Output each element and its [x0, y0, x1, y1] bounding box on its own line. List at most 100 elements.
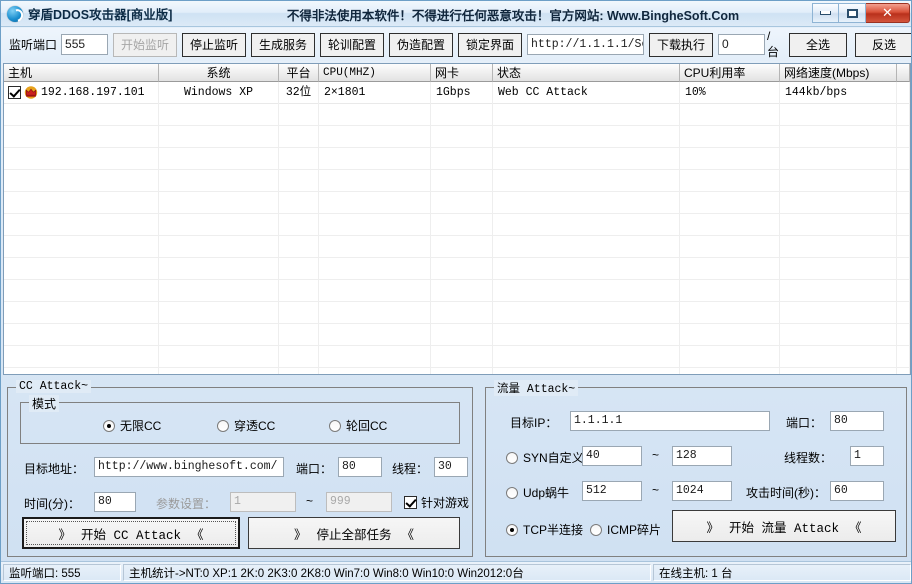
chevron-right-icon: 》 [293, 527, 307, 542]
radio-dot-icon [103, 419, 115, 432]
flow-port-input[interactable]: 80 [830, 411, 884, 431]
cc-time-input[interactable]: 80 [94, 492, 136, 512]
maximize-button[interactable] [839, 3, 866, 23]
empty-cell [897, 302, 910, 324]
flow-syn-radio[interactable]: SYN自定义 [506, 449, 584, 466]
flow-attack-time-input[interactable]: 60 [830, 481, 884, 501]
flow-syn-min-input[interactable]: 40 [582, 446, 642, 466]
empty-cell [897, 126, 910, 148]
column-header-6[interactable]: 状态 [493, 64, 680, 82]
fake-config-button[interactable]: 伪造配置 [389, 32, 454, 57]
flow-udp-max-input[interactable]: 1024 [672, 481, 732, 501]
empty-cell [4, 346, 159, 368]
cc-mode-radio-rotate-label: 轮回CC [346, 419, 388, 433]
cc-mode-radio-unlimited[interactable]: 无限CC [103, 417, 161, 434]
empty-cell [493, 126, 680, 148]
flow-udp-radio[interactable]: Udp蜗牛 [506, 484, 569, 501]
empty-cell [4, 126, 159, 148]
invert-select-button[interactable]: 反选 [854, 32, 911, 57]
listen-port-input[interactable]: 555 [61, 34, 108, 55]
empty-cell [431, 302, 493, 324]
empty-cell [4, 280, 159, 302]
empty-cell [680, 236, 780, 258]
radio-dot-icon [217, 419, 229, 432]
cc-param-max-input[interactable]: 999 [326, 492, 392, 512]
cc-time-label: 时间(分)： [24, 497, 80, 511]
close-button[interactable]: ✕ [866, 3, 910, 23]
cell-host: 192.168.197.101 [4, 81, 159, 104]
chevron-left-icon: 《 [401, 527, 415, 542]
empty-cell [493, 192, 680, 214]
cell-spacer [897, 81, 910, 104]
empty-cell [431, 324, 493, 346]
empty-cell [780, 236, 897, 258]
start-cc-attack-label: 开始 CC Attack [80, 528, 181, 543]
count-input[interactable]: 0 [718, 34, 765, 55]
empty-cell [493, 280, 680, 302]
stop-listen-button[interactable]: 停止监听 [181, 32, 246, 57]
empty-cell [897, 170, 910, 192]
empty-row [4, 346, 910, 368]
flow-tcp-radio-label: TCP半连接 [523, 523, 584, 537]
column-header-8[interactable]: 网络速度(Mbps) [780, 64, 897, 82]
column-header-4[interactable]: CPU(MHZ) [319, 64, 431, 82]
flow-udp-tilde: ~ [652, 483, 660, 497]
flow-syn-max-input[interactable]: 128 [672, 446, 732, 466]
host-list[interactable]: 主机 系统 平台 CPU(MHZ) 网卡 状态 CPU利用率 网络速度(Mbps) 192.1… [3, 63, 911, 375]
host-list-body[interactable]: 192.168.197.101 Windows XP 32位 2×1801 1Gbps W… [4, 81, 910, 104]
cc-thread-label: 线程： [392, 462, 429, 476]
empty-cell [897, 214, 910, 236]
flow-attack-time-label: 攻击时间(秒)： [746, 486, 826, 500]
flow-udp-radio-label: Udp蜗牛 [523, 486, 570, 500]
empty-cell [780, 302, 897, 324]
cc-mode-radio-rotate[interactable]: 轮回CC [329, 417, 387, 434]
status-listen-port: 监听端口: 555 [3, 564, 121, 581]
column-header-5[interactable]: 网卡 [431, 64, 493, 82]
column-header-3[interactable]: 平台 [279, 64, 319, 82]
flow-target-ip-input[interactable]: 1.1.1.1 [570, 411, 770, 431]
empty-cell [4, 214, 159, 236]
cc-thread-input[interactable]: 30 [434, 457, 468, 477]
cc-target-input[interactable]: http://www.binghesoft.com/ [94, 457, 284, 477]
flow-syn-radio-label: SYN自定义 [523, 451, 584, 465]
row-checkbox[interactable] [8, 86, 21, 99]
stop-all-tasks-button[interactable]: 》 停止全部任务 《 [248, 517, 460, 549]
lock-ui-button[interactable]: 锁定界面 [458, 32, 523, 57]
table-row[interactable]: 192.168.197.101 Windows XP 32位 2×1801 1Gbps W… [4, 81, 910, 104]
column-header-1[interactable]: 主机 [4, 64, 159, 82]
column-header-9[interactable] [897, 64, 910, 82]
cc-game-checkbox[interactable]: 针对游戏 [404, 494, 469, 511]
flow-icmp-radio[interactable]: ICMP碎片 [590, 521, 661, 538]
generate-service-button[interactable]: 生成服务 [250, 32, 315, 57]
cc-param-min-input[interactable]: 1 [230, 492, 296, 512]
rotate-config-button[interactable]: 轮训配置 [319, 32, 384, 57]
download-url-input[interactable]: http://1.1.1.1/Server.exe [527, 34, 644, 55]
start-listen-button[interactable]: 开始监听 [112, 32, 177, 57]
empty-cell [431, 280, 493, 302]
minimize-button[interactable] [812, 3, 839, 23]
select-all-button[interactable]: 全选 [788, 32, 847, 57]
empty-cell [319, 214, 431, 236]
empty-cell [680, 324, 780, 346]
empty-cell [279, 214, 319, 236]
empty-cell [4, 170, 159, 192]
empty-cell [319, 368, 431, 374]
empty-cell [431, 258, 493, 280]
start-flow-attack-button[interactable]: 》 开始 流量 Attack 《 [672, 510, 896, 542]
flow-tcp-radio[interactable]: TCP半连接 [506, 521, 583, 538]
empty-cell [680, 104, 780, 126]
empty-row [4, 170, 910, 192]
empty-cell [4, 368, 159, 374]
cc-mode-radio-penetrate[interactable]: 穿透CC [217, 417, 275, 434]
cc-port-input[interactable]: 80 [338, 457, 382, 477]
maximize-icon [846, 8, 858, 18]
start-cc-attack-button[interactable]: 》 开始 CC Attack 《 [22, 517, 240, 549]
flow-thread-input[interactable]: 1 [850, 446, 884, 466]
cc-mode-caption: 模式 [29, 395, 60, 412]
column-header-2[interactable]: 系统 [159, 64, 279, 82]
column-header-7[interactable]: CPU利用率 [680, 64, 780, 82]
download-execute-button[interactable]: 下载执行 [649, 32, 714, 57]
empty-cell [279, 280, 319, 302]
empty-cell [159, 170, 279, 192]
flow-udp-min-input[interactable]: 512 [582, 481, 642, 501]
